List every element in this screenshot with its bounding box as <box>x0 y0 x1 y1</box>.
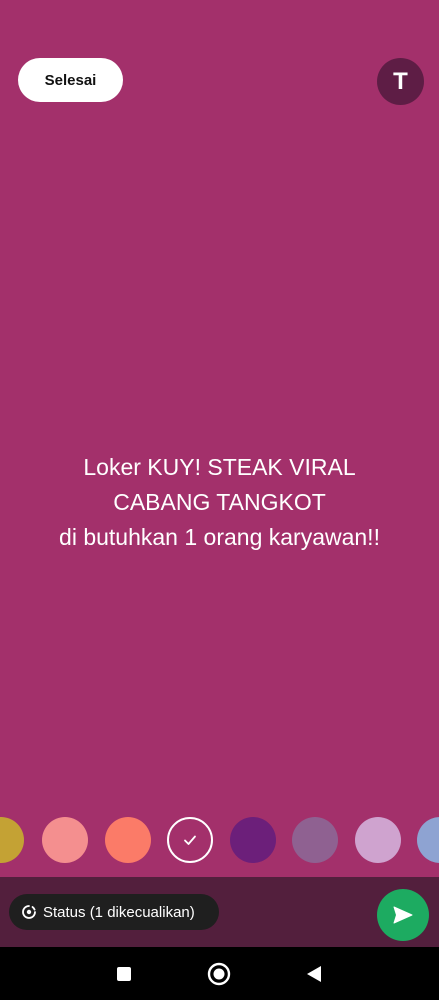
status-text-line: Loker KUY! STEAK VIRAL <box>83 454 356 480</box>
send-icon <box>393 906 413 924</box>
nav-back-button[interactable] <box>301 961 327 987</box>
color-palette <box>0 817 439 863</box>
status-canvas[interactable]: Selesai T Loker KUY! STEAK VIRAL CABANG … <box>0 0 439 877</box>
font-style-button[interactable]: T <box>377 58 424 105</box>
send-button[interactable] <box>377 889 429 941</box>
done-button-label: Selesai <box>44 71 97 89</box>
nav-recents-button[interactable] <box>111 961 137 987</box>
color-swatch-purple[interactable] <box>230 817 276 863</box>
font-style-label: T <box>393 67 408 95</box>
nav-home-button[interactable] <box>206 961 232 987</box>
check-icon <box>184 835 196 845</box>
done-button[interactable]: Selesai <box>18 58 123 102</box>
color-swatch-mauve[interactable] <box>292 817 338 863</box>
bottom-bar: Status (1 dikecualikan) <box>0 877 439 947</box>
color-swatch-coral[interactable] <box>105 817 151 863</box>
circle-icon <box>207 962 231 986</box>
color-swatch-salmon[interactable] <box>42 817 88 863</box>
color-swatch-mustard[interactable] <box>0 817 24 863</box>
triangle-back-icon <box>307 966 321 982</box>
status-text-line: CABANG TANGKOT <box>113 489 326 515</box>
status-ring-icon <box>22 905 36 919</box>
status-text-line: di butuhkan 1 orang karyawan!! <box>59 524 380 550</box>
color-swatch-selected[interactable] <box>167 817 213 863</box>
system-nav-bar <box>0 947 439 1000</box>
square-icon <box>117 967 131 981</box>
audience-label: Status (1 dikecualikan) <box>43 903 195 921</box>
audience-selector[interactable]: Status (1 dikecualikan) <box>9 894 219 930</box>
status-text[interactable]: Loker KUY! STEAK VIRAL CABANG TANGKOT di… <box>20 450 419 555</box>
color-swatch-periwinkle[interactable] <box>417 817 439 863</box>
color-swatch-lilac[interactable] <box>355 817 401 863</box>
